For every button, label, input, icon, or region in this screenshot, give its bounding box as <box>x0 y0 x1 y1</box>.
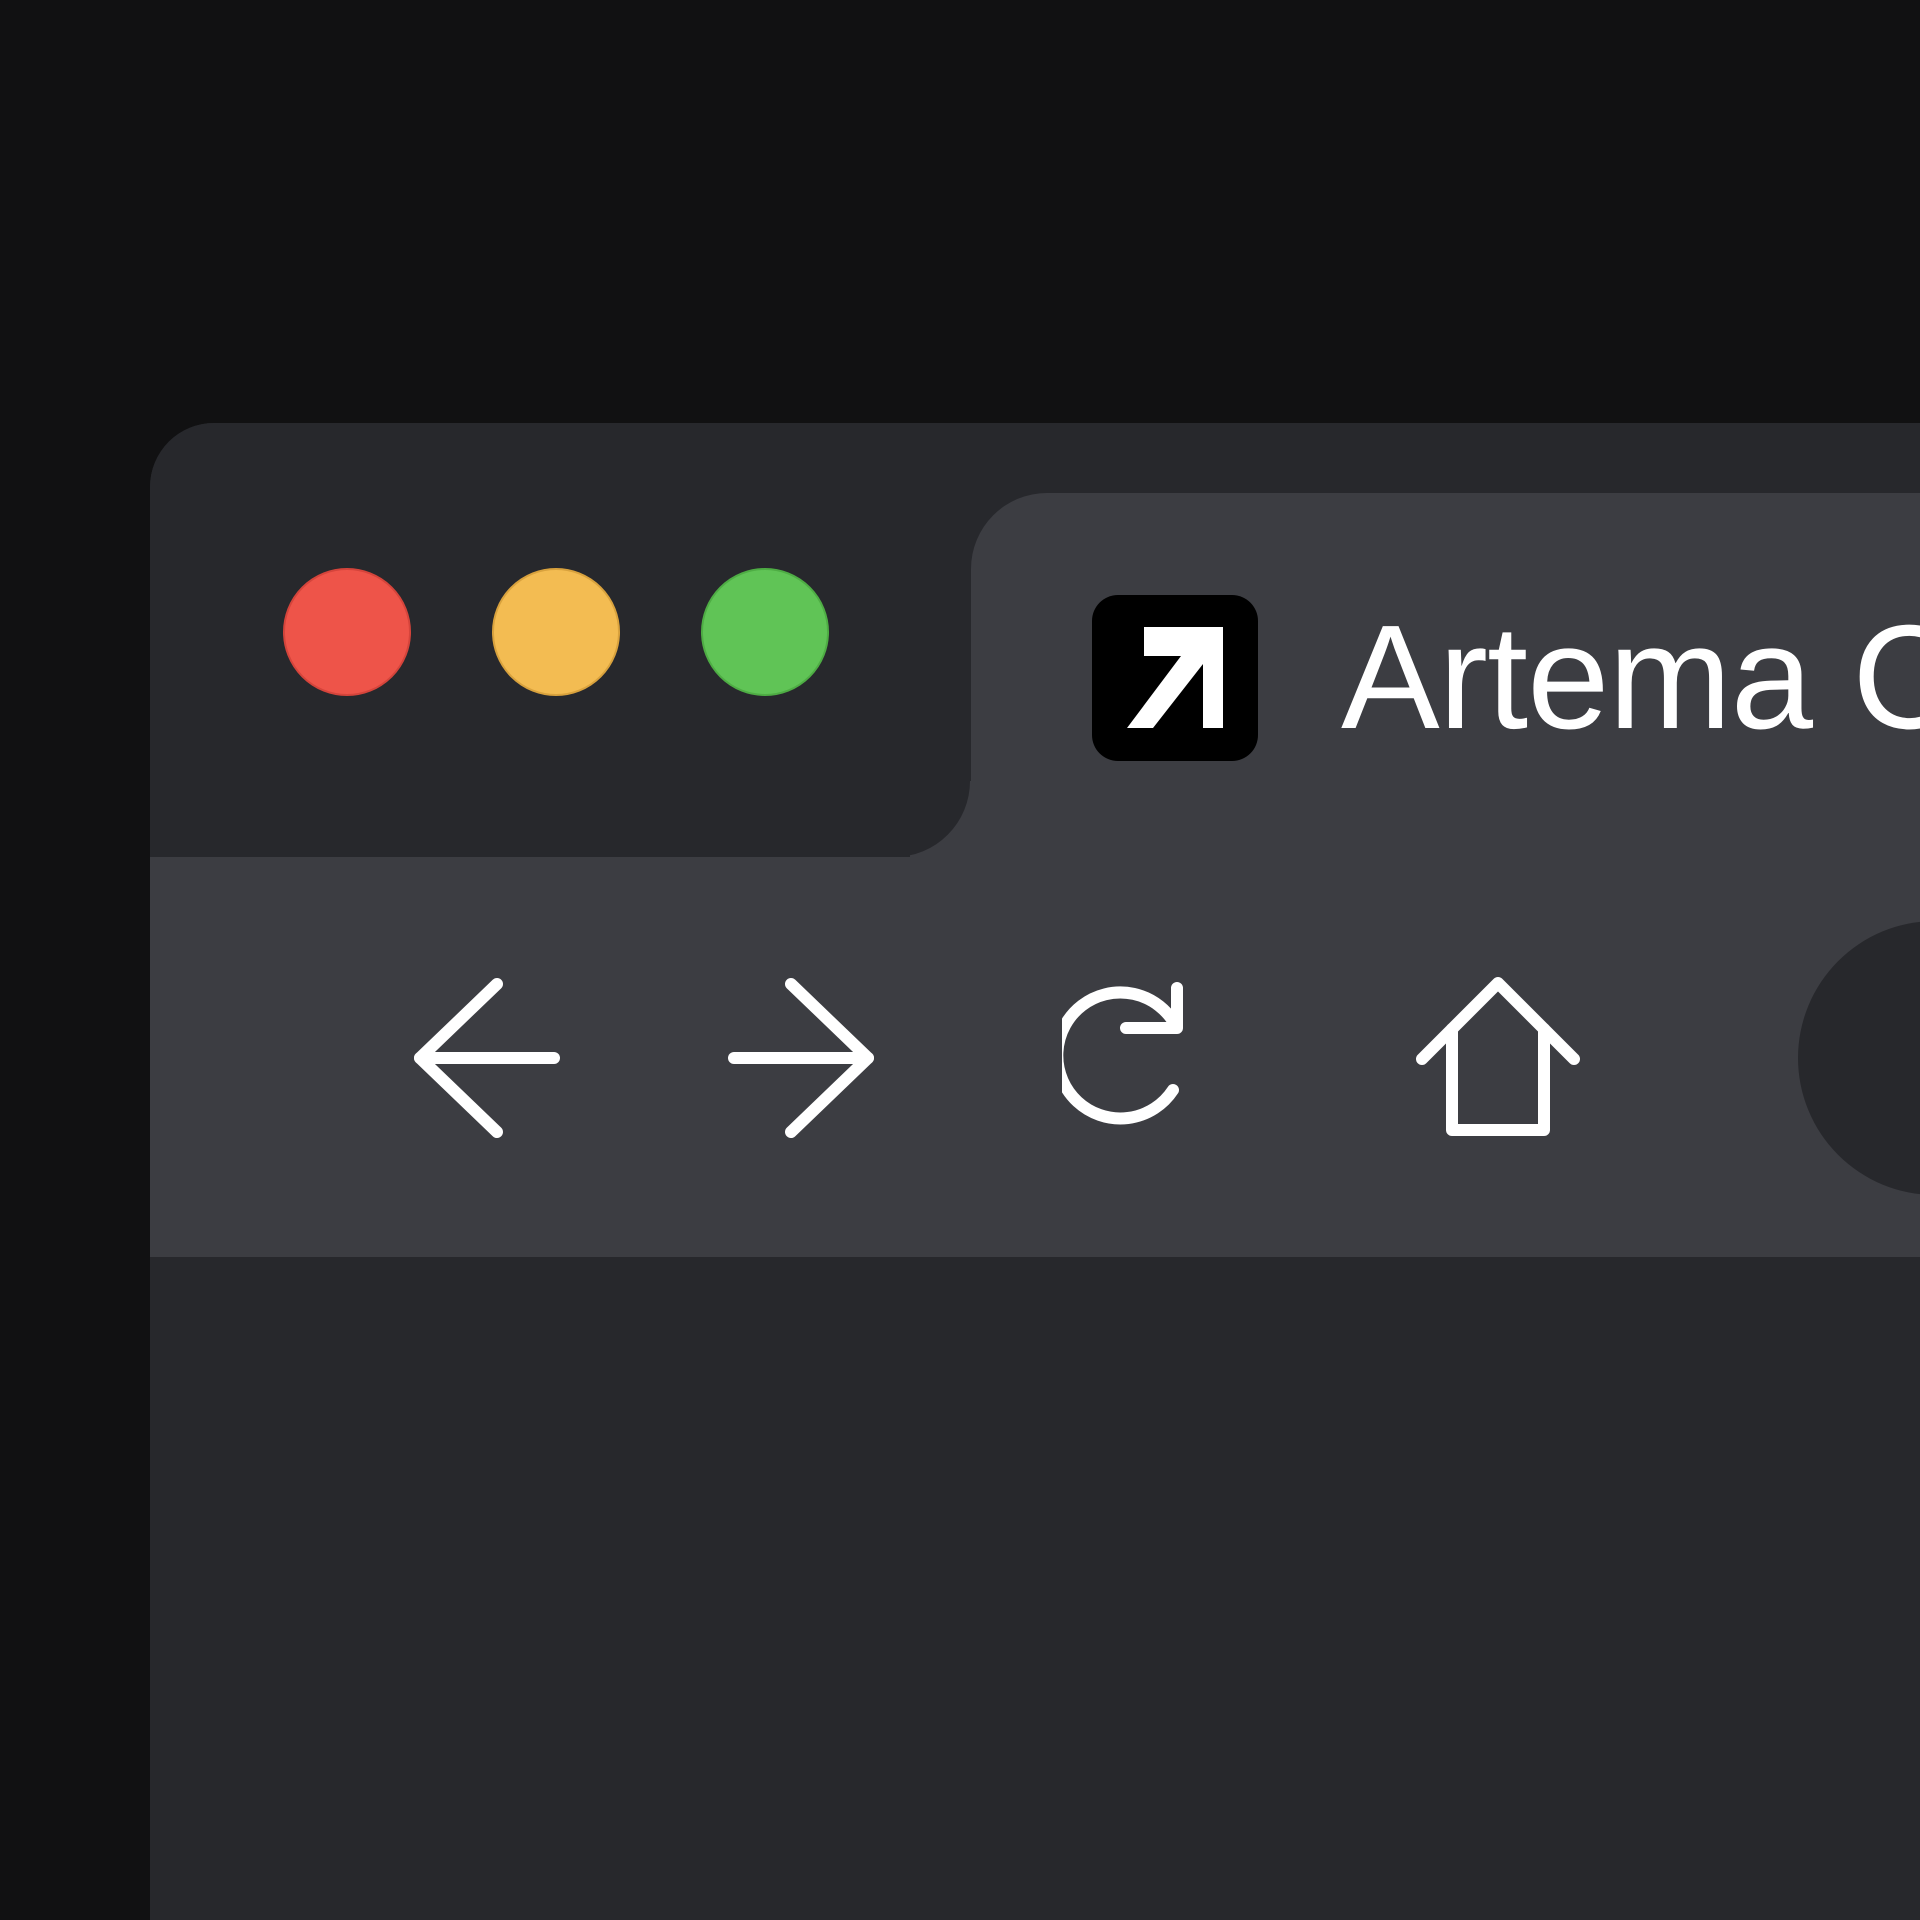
back-button[interactable] <box>408 973 578 1143</box>
arrow-up-right-icon <box>1092 595 1258 761</box>
page-content <box>150 1257 1920 1920</box>
forward-button[interactable] <box>718 973 888 1143</box>
active-tab[interactable]: Artema Co <box>971 493 1920 893</box>
home-button[interactable] <box>1414 973 1584 1143</box>
reload-icon <box>1062 982 1183 1125</box>
navigation-toolbar <box>150 857 1920 1257</box>
address-bar[interactable] <box>1798 921 1920 1195</box>
browser-window: Artema Co <box>150 423 1920 1920</box>
minimize-window-button[interactable] <box>492 568 620 696</box>
zoom-window-button[interactable] <box>701 568 829 696</box>
arrow-right-icon <box>728 978 874 1138</box>
close-window-button[interactable] <box>283 568 411 696</box>
reload-button[interactable] <box>1062 973 1232 1143</box>
arrow-left-icon <box>414 978 560 1138</box>
home-icon <box>1416 977 1580 1136</box>
tab-title: Artema Co <box>1341 595 1920 760</box>
title-bar[interactable]: Artema Co <box>150 423 1920 893</box>
desktop: Artema Co <box>0 0 1920 1920</box>
